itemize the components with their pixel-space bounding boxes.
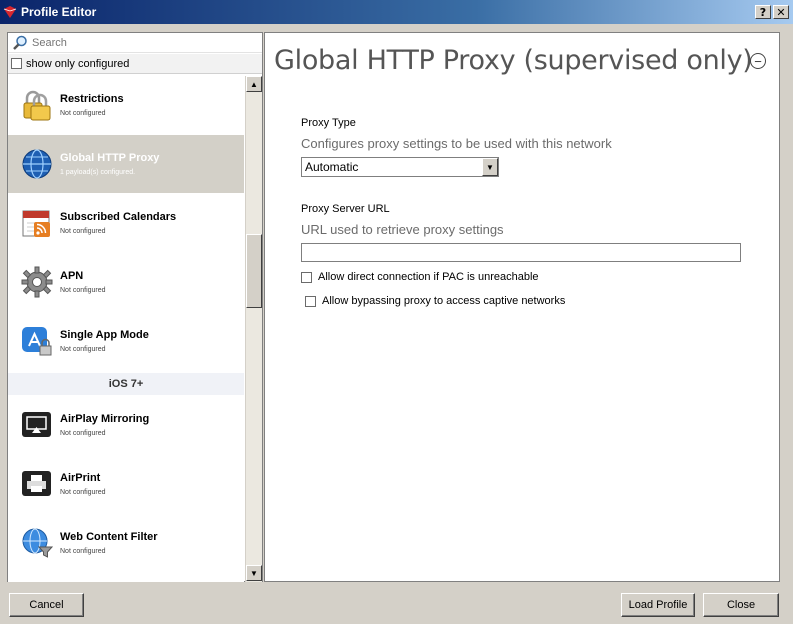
collapse-icon[interactable]: − bbox=[750, 53, 766, 69]
help-button[interactable]: ? bbox=[755, 5, 771, 19]
item-name: Global HTTP Proxy bbox=[60, 152, 160, 164]
lock-icon bbox=[23, 90, 51, 121]
calendar-icon bbox=[22, 210, 50, 237]
item-name: Single App Mode bbox=[60, 329, 149, 341]
globe-icon bbox=[22, 149, 52, 179]
app-logo-icon bbox=[3, 6, 17, 18]
item-status: 1 payload(s) configured. bbox=[60, 169, 136, 176]
scroll-thumb[interactable] bbox=[246, 234, 262, 308]
globe-filter-icon bbox=[22, 528, 53, 558]
list-item-subscribed-calendars[interactable]: Subscribed Calendars Not configured bbox=[8, 194, 244, 252]
scroll-up-button[interactable]: ▲ bbox=[246, 76, 262, 92]
item-status: Not configured bbox=[60, 430, 106, 437]
payload-list: Restrictions Not configured Global HTTP … bbox=[8, 76, 244, 582]
item-name: Restrictions bbox=[60, 93, 124, 105]
load-profile-button[interactable]: Load Profile bbox=[621, 593, 695, 617]
list-item-single-app-mode[interactable]: Single App Mode Not configured bbox=[8, 312, 244, 370]
direct-connection-label: Allow direct connection if PAC is unreac… bbox=[318, 271, 539, 283]
section-header-ios7: iOS 7+ bbox=[8, 373, 244, 395]
payload-sidebar: show only configured Restrictions Not co… bbox=[7, 32, 263, 582]
item-name: AirPlay Mirroring bbox=[60, 413, 150, 425]
window-title: Profile Editor bbox=[21, 5, 97, 19]
proxy-type-select[interactable]: Automatic ▼ bbox=[301, 157, 499, 177]
item-name: AirPrint bbox=[60, 472, 101, 484]
captive-bypass-checkbox[interactable] bbox=[305, 295, 316, 307]
captive-bypass-row[interactable]: Allow bypassing proxy to access captive … bbox=[305, 295, 565, 307]
cancel-button[interactable]: Cancel bbox=[9, 593, 84, 617]
show-configured-label: show only configured bbox=[26, 57, 130, 70]
show-configured-checkbox[interactable] bbox=[11, 58, 22, 69]
list-item-airprint[interactable]: AirPrint Not configured bbox=[8, 455, 244, 513]
item-name: Web Content Filter bbox=[60, 531, 158, 543]
item-status: Not configured bbox=[60, 228, 106, 235]
item-status: Not configured bbox=[60, 287, 106, 294]
list-item-apn[interactable]: APN Not configured bbox=[8, 253, 244, 311]
scroll-down-button[interactable]: ▼ bbox=[246, 565, 262, 581]
item-name: APN bbox=[60, 270, 84, 282]
list-item-global-http-proxy[interactable]: Global HTTP Proxy 1 payload(s) configure… bbox=[8, 135, 244, 193]
item-name: Subscribed Calendars bbox=[60, 211, 177, 223]
item-status: Not configured bbox=[60, 110, 106, 117]
proxy-type-description: Configures proxy settings to be used wit… bbox=[301, 136, 612, 151]
airplay-icon bbox=[22, 412, 51, 437]
direct-connection-checkbox[interactable] bbox=[301, 271, 312, 283]
printer-icon bbox=[22, 471, 51, 496]
app-store-lock-icon bbox=[22, 327, 52, 356]
dropdown-arrow-icon[interactable]: ▼ bbox=[482, 158, 498, 176]
search-icon bbox=[13, 35, 27, 50]
filter-row: show only configured bbox=[8, 54, 262, 74]
search-input[interactable] bbox=[32, 36, 242, 49]
search-bar bbox=[8, 33, 262, 53]
page-title: Global HTTP Proxy (supervised only) bbox=[274, 45, 753, 76]
captive-bypass-label: Allow bypassing proxy to access captive … bbox=[322, 295, 566, 307]
title-bar: Profile Editor ? ✕ bbox=[0, 0, 793, 24]
item-status: Not configured bbox=[60, 489, 106, 496]
gear-icon bbox=[21, 266, 53, 298]
list-item-web-content-filter[interactable]: Web Content Filter Not configured bbox=[8, 514, 244, 572]
proxy-url-description: URL used to retrieve proxy settings bbox=[301, 222, 504, 237]
proxy-type-value: Automatic bbox=[305, 160, 359, 174]
proxy-type-label: Proxy Type bbox=[301, 117, 356, 129]
sidebar-scrollbar[interactable]: ▲ ▼ bbox=[245, 76, 262, 582]
list-item-airplay-mirroring[interactable]: AirPlay Mirroring Not configured bbox=[8, 396, 244, 454]
item-status: Not configured bbox=[60, 346, 106, 353]
item-status: Not configured bbox=[60, 548, 106, 555]
direct-connection-row[interactable]: Allow direct connection if PAC is unreac… bbox=[301, 271, 539, 283]
window-close-button[interactable]: ✕ bbox=[773, 5, 789, 19]
payload-editor: Global HTTP Proxy (supervised only) − Pr… bbox=[264, 32, 780, 582]
proxy-url-input[interactable] bbox=[301, 243, 741, 262]
close-button[interactable]: Close bbox=[703, 593, 779, 617]
list-item-restrictions[interactable]: Restrictions Not configured bbox=[8, 76, 244, 134]
proxy-url-label: Proxy Server URL bbox=[301, 203, 390, 215]
